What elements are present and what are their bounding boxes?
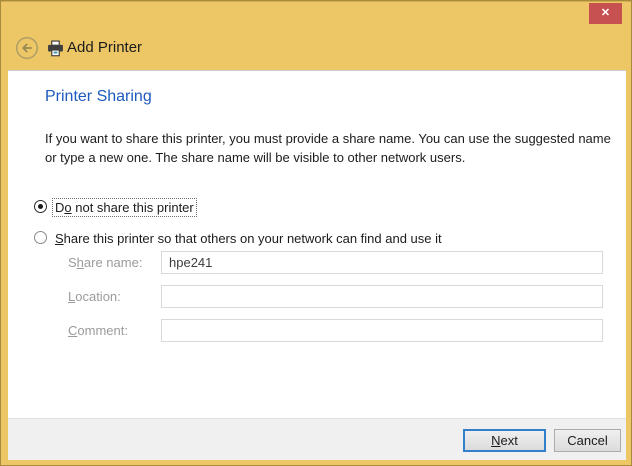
page-description: If you want to share this printer, you m… <box>45 129 623 167</box>
radio-label-share[interactable]: Share this printer so that others on you… <box>52 229 445 248</box>
comment-field[interactable] <box>161 319 603 342</box>
close-button[interactable]: ✕ <box>589 3 622 24</box>
share-name-label: Share name: <box>68 255 142 270</box>
cancel-button[interactable]: Cancel <box>554 429 621 452</box>
radio-button-icon[interactable] <box>34 200 47 213</box>
window-title: Add Printer <box>67 39 142 56</box>
location-field[interactable] <box>161 285 603 308</box>
page-title: Printer Sharing <box>45 88 152 106</box>
share-name-field[interactable] <box>161 251 603 274</box>
radio-option-share[interactable]: Share this printer so that others on you… <box>34 229 445 248</box>
radio-button-icon[interactable] <box>34 231 47 244</box>
printer-icon <box>47 40 64 57</box>
back-button[interactable] <box>15 36 39 60</box>
add-printer-wizard-window: ✕ Add Printer Printer Sharing If you wan… <box>0 0 632 466</box>
next-button[interactable]: Next <box>463 429 546 452</box>
radio-label-do-not-share[interactable]: Do not share this printer <box>52 198 197 217</box>
close-icon: ✕ <box>601 8 610 19</box>
radio-option-do-not-share[interactable]: Do not share this printer <box>34 198 197 217</box>
back-arrow-icon <box>15 36 39 60</box>
comment-label: Comment: <box>68 323 128 338</box>
location-label: Location: <box>68 289 121 304</box>
